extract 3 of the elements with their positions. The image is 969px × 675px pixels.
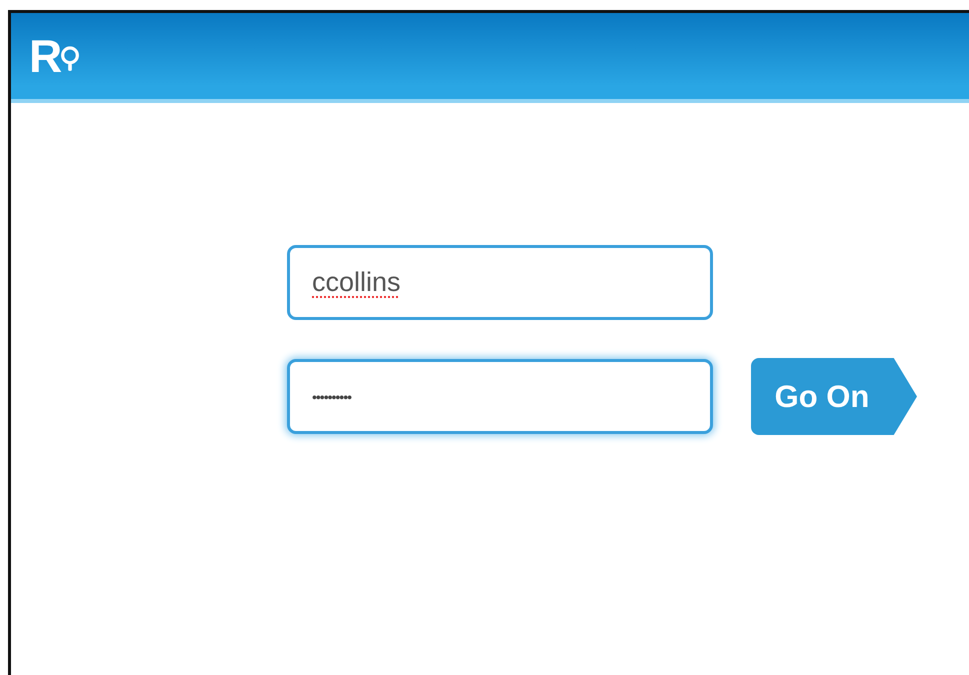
app-logo: R bbox=[29, 33, 82, 79]
username-field[interactable]: ccollins bbox=[287, 245, 713, 320]
password-field[interactable]: •••••••••• bbox=[287, 359, 713, 434]
